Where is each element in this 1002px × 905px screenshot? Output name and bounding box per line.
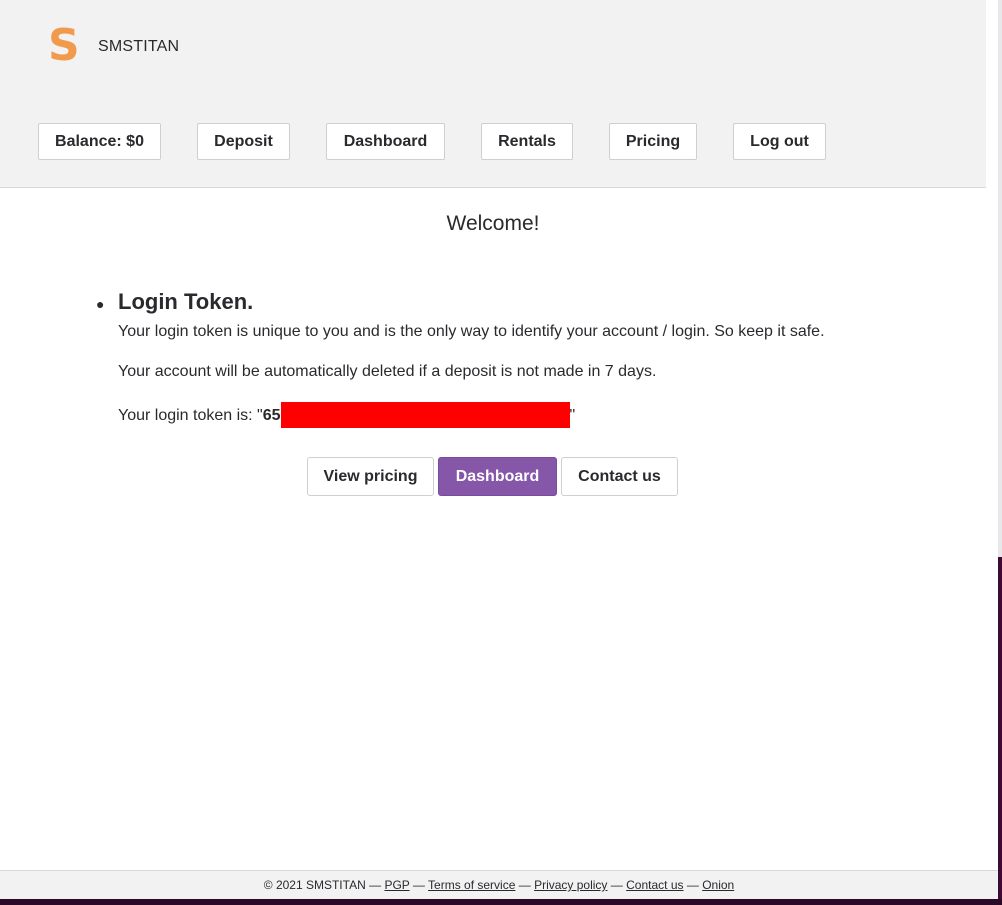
token-description: Your login token is unique to you and is… — [118, 323, 825, 340]
site-footer: © 2021 SMSTITAN — PGP — Terms of service… — [0, 870, 998, 900]
footer-link-contact[interactable]: Contact us — [626, 878, 683, 892]
footer-separator: — — [610, 878, 623, 892]
section-title: Login Token. — [118, 289, 254, 314]
deletion-warning: Your account will be automatically delet… — [118, 363, 657, 380]
copyright: © 2021 SMSTITAN — — [263, 878, 382, 892]
scrollbar-thumb[interactable] — [998, 0, 1002, 557]
footer-separator: — — [686, 878, 699, 892]
login-token-line: Your login token is: "65 " — [118, 402, 576, 429]
balance-button[interactable]: Balance: $0 — [38, 123, 161, 160]
site-header: S SMSTITAN Balance: $0 Deposit Dashboard… — [0, 0, 986, 188]
logo-icon[interactable]: S — [48, 24, 80, 68]
token-visible-prefix: 65 — [262, 407, 281, 425]
brand-name[interactable]: SMSTITAN — [98, 38, 179, 56]
rentals-button[interactable]: Rentals — [481, 123, 573, 160]
view-pricing-button[interactable]: View pricing — [307, 457, 434, 496]
window-bottom-edge — [0, 899, 1002, 905]
deposit-button[interactable]: Deposit — [197, 123, 290, 160]
token-redaction — [280, 402, 570, 428]
logout-button[interactable]: Log out — [733, 123, 826, 160]
footer-link-onion[interactable]: Onion — [702, 878, 734, 892]
welcome-heading: Welcome! — [446, 212, 540, 235]
dashboard-nav-button[interactable]: Dashboard — [326, 123, 445, 160]
footer-link-terms[interactable]: Terms of service — [428, 878, 515, 892]
token-label: Your login token is: " — [118, 407, 263, 425]
token-closing-quote: " — [569, 407, 576, 425]
footer-separator: — — [412, 878, 425, 892]
dashboard-button[interactable]: Dashboard — [438, 457, 557, 496]
footer-link-privacy[interactable]: Privacy policy — [534, 878, 607, 892]
bullet-icon: ● — [96, 296, 105, 312]
footer-separator: — — [518, 878, 531, 892]
footer-link-pgp[interactable]: PGP — [384, 878, 409, 892]
window-edge — [998, 557, 1002, 905]
contact-us-button[interactable]: Contact us — [561, 457, 678, 496]
pricing-button[interactable]: Pricing — [609, 123, 697, 160]
